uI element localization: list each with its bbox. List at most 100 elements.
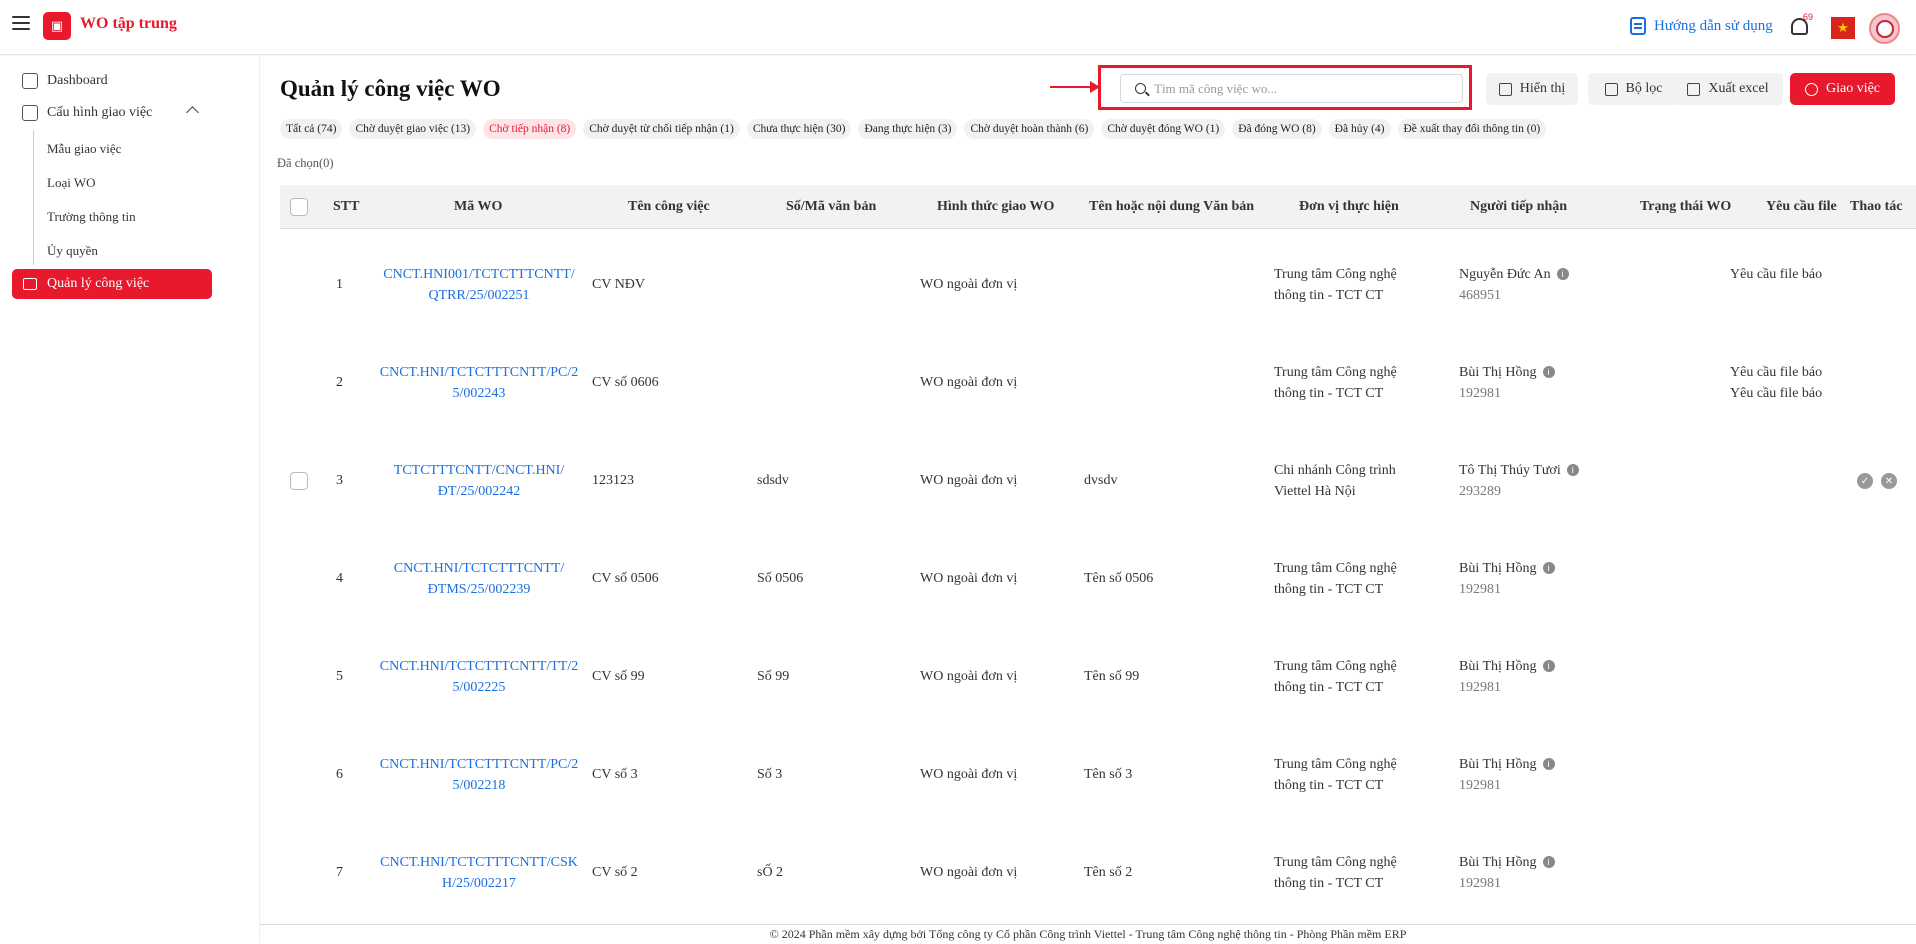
sidebar-item-templates[interactable]: Mẫu giao việc <box>47 141 121 157</box>
wo-code-line1: CNCT.HNI/TCTCTTTCNTT/PC/2 <box>379 757 579 772</box>
row-stt: 2 <box>336 375 343 390</box>
doc-number: Số 0506 <box>757 571 804 586</box>
sidebar-item-label: Cấu hình giao việc <box>47 105 153 120</box>
wo-code-line1: TCTCTTTCNTT/CNCT.HNI/ <box>393 463 565 478</box>
sidebar: Dashboard Cấu hình giao việc Mẫu giao vi… <box>0 56 260 943</box>
tab-status[interactable]: Đang thực hiện (3) <box>858 119 958 139</box>
receiver-id: 192981 <box>1459 778 1501 793</box>
wo-code-line1: CNCT.HNI/TCTCTTTCNTT/ <box>393 561 565 576</box>
wo-code-link[interactable]: CNCT.HNI001/TCTCTTTCNTT/QTRR/25/002251 <box>379 264 579 306</box>
assign-form: WO ngoài đơn vị <box>920 865 1018 880</box>
doc-name: Tên số 3 <box>1084 767 1133 782</box>
wo-code-link[interactable]: CNCT.HNI/TCTCTTTCNTT/ĐTMS/25/002239 <box>379 558 579 600</box>
reject-icon[interactable]: ✕ <box>1881 473 1897 489</box>
wo-code-link[interactable]: CNCT.HNI/TCTCTTTCNTT/CSK H/25/002217 <box>379 852 579 894</box>
sidebar-item-delegation[interactable]: Ủy quyền <box>47 243 98 259</box>
info-icon[interactable]: i <box>1542 660 1555 672</box>
tab-status[interactable]: Chờ tiếp nhận (8) <box>483 119 577 139</box>
export-excel-button[interactable]: Xuất excel <box>1673 73 1783 105</box>
filter-button[interactable]: Bộ lọc <box>1588 73 1679 105</box>
tab-status[interactable]: Chờ duyệt đóng WO (1) <box>1101 119 1226 139</box>
info-icon[interactable]: i <box>1542 856 1555 868</box>
receiver-name: Bùi Thị Hồng <box>1459 855 1537 870</box>
receiver: Tô Thị Thúy Tươi i 293289 <box>1459 460 1579 502</box>
table-row[interactable]: 5 CNCT.HNI/TCTCTTTCNTT/TT/2 5/002225 CV số … <box>280 628 1916 726</box>
user-guide-link[interactable]: Hướng dẫn sử dụng <box>1630 17 1773 35</box>
tab-status[interactable]: Đã đóng WO (8) <box>1232 119 1322 139</box>
file-request-line1: Yêu cầu file báo <box>1730 267 1822 282</box>
unit-line1: Trung tâm Công nghệ <box>1274 757 1397 772</box>
sidebar-item-wo-types[interactable]: Loại WO <box>47 175 96 191</box>
table-row[interactable]: 1 CNCT.HNI001/TCTCTTTCNTT/QTRR/25/002251 C… <box>280 236 1916 334</box>
receiver-id: 293289 <box>1459 484 1501 499</box>
table-row[interactable]: 6 CNCT.HNI/TCTCTTTCNTT/PC/2 5/002218 CV số … <box>280 726 1916 824</box>
chevron-up-icon[interactable] <box>186 106 199 119</box>
receiver: Bùi Thị Hồng i 192981 <box>1459 852 1555 894</box>
info-icon[interactable]: i <box>1566 464 1579 476</box>
receiver: Bùi Thị Hồng i 192981 <box>1459 754 1555 796</box>
assign-form: WO ngoài đơn vị <box>920 473 1018 488</box>
task-name: CV số 0606 <box>592 375 659 390</box>
tab-status[interactable]: Đề xuất thay đổi thông tin (0) <box>1397 119 1547 139</box>
sidebar-item-work-management[interactable]: Quản lý công việc <box>12 269 212 299</box>
header-receiver: Người tiếp nhận <box>1470 199 1568 214</box>
header-status: Trạng thái WO <box>1640 199 1732 214</box>
receiver-id: 192981 <box>1459 876 1501 891</box>
header-doc-number: Số/Mã văn bản <box>786 199 877 214</box>
tab-status[interactable]: Đã hủy (4) <box>1328 119 1391 139</box>
search-input[interactable]: Tìm mã công việc wo... <box>1120 74 1463 103</box>
tab-status[interactable]: Chưa thực hiện (30) <box>746 119 852 139</box>
wo-code-link[interactable]: CNCT.HNI/TCTCTTTCNTT/PC/2 5/002243 <box>379 362 579 404</box>
receiver-name: Bùi Thị Hồng <box>1459 757 1537 772</box>
receiver-id: 468951 <box>1459 288 1501 303</box>
search-icon <box>1135 83 1146 94</box>
app-logo[interactable]: ▣ <box>43 12 71 40</box>
table-row[interactable]: ✓ ✕ 3 TCTCTTTCNTT/CNCT.HNI/ĐT/25/002242 1231… <box>280 432 1916 530</box>
briefcase-icon <box>23 278 37 290</box>
table-icon <box>1498 82 1512 96</box>
user-avatar[interactable] <box>1869 13 1900 44</box>
info-icon[interactable]: i <box>1542 758 1555 770</box>
assign-form: WO ngoài đơn vị <box>920 767 1018 782</box>
executing-unit: Chi nhánh Công trình Viettel Hà Nội <box>1274 460 1396 502</box>
wo-code-link[interactable]: CNCT.HNI/TCTCTTTCNTT/TT/2 5/002225 <box>379 656 579 698</box>
table-row[interactable]: 7 CNCT.HNI/TCTCTTTCNTT/CSK H/25/002217 CV s… <box>280 824 1916 922</box>
header-assign-form: Hình thức giao WO <box>937 199 1055 214</box>
unit-line1: Trung tâm Công nghệ <box>1274 659 1397 674</box>
tab-status[interactable]: Chờ duyệt hoàn thành (6) <box>964 119 1095 139</box>
user-guide-label: Hướng dẫn sử dụng <box>1654 17 1773 34</box>
menu-icon[interactable] <box>12 16 30 32</box>
vietnam-flag-icon[interactable]: ★ <box>1831 17 1855 39</box>
sidebar-item-dashboard[interactable]: Dashboard <box>22 73 108 89</box>
sidebar-item-config[interactable]: Cấu hình giao việc <box>22 105 152 121</box>
executing-unit: Trung tâm Công nghệ thông tin - TCT CT <box>1274 558 1397 600</box>
info-icon[interactable]: i <box>1556 268 1569 280</box>
unit-line1: Trung tâm Công nghệ <box>1274 267 1397 282</box>
wo-code-link[interactable]: TCTCTTTCNTT/CNCT.HNI/ĐT/25/002242 <box>379 460 579 502</box>
main-content: Quản lý công việc WO Tìm mã công việc wo… <box>260 56 1916 943</box>
table-row[interactable]: 4 CNCT.HNI/TCTCTTTCNTT/ĐTMS/25/002239 CV s… <box>280 530 1916 628</box>
info-icon[interactable]: i <box>1542 562 1555 574</box>
notification-bell-icon[interactable]: 69 <box>1789 12 1813 38</box>
assign-work-button[interactable]: Giao việc <box>1790 73 1895 105</box>
tab-status[interactable]: Chờ duyệt từ chối tiếp nhận (1) <box>583 119 740 139</box>
receiver: Bùi Thị Hồng i 192981 <box>1459 656 1555 698</box>
info-icon[interactable]: i <box>1542 366 1555 378</box>
display-button[interactable]: Hiển thị <box>1486 73 1578 105</box>
clipboard-icon <box>22 105 38 121</box>
select-all-checkbox[interactable] <box>290 198 308 216</box>
wo-code-line2: 5/002225 <box>452 680 506 695</box>
status-tabs: Tất cả (74) Chờ duyệt giao việc (13) Chờ t… <box>280 119 1547 139</box>
export-label: Xuất excel <box>1708 81 1769 96</box>
sidebar-item-fields[interactable]: Trường thông tin <box>47 209 136 225</box>
approve-icon[interactable]: ✓ <box>1857 473 1873 489</box>
tab-status[interactable]: Tất cả (74) <box>280 119 343 139</box>
doc-name: Tên số 2 <box>1084 865 1133 880</box>
table-row[interactable]: 2 CNCT.HNI/TCTCTTTCNTT/PC/2 5/002243 CV số … <box>280 334 1916 432</box>
tab-status[interactable]: Chờ duyệt giao việc (13) <box>349 119 477 139</box>
wo-code-line1: CNCT.HNI/TCTCTTTCNTT/CSK <box>380 855 578 870</box>
receiver: Bùi Thị Hồng i 192981 <box>1459 362 1555 404</box>
wo-code-link[interactable]: CNCT.HNI/TCTCTTTCNTT/PC/2 5/002218 <box>379 754 579 796</box>
row-checkbox[interactable] <box>290 472 308 490</box>
app-title[interactable]: WO tập trung <box>80 15 177 33</box>
